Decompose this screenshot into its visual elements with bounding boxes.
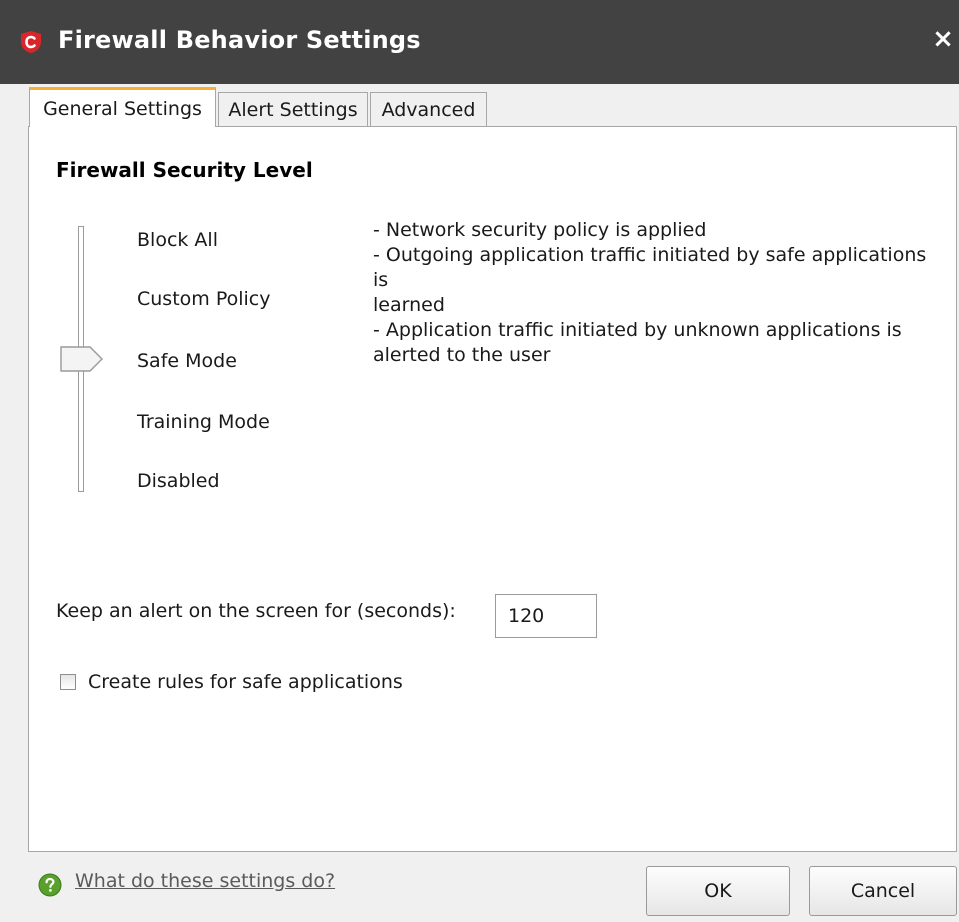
question-circle-icon xyxy=(38,873,62,897)
tab-general-settings[interactable]: General Settings xyxy=(29,87,216,127)
dialog-title: Firewall Behavior Settings xyxy=(58,26,421,54)
alert-duration-input[interactable] xyxy=(495,594,597,638)
level-training-mode[interactable]: Training Mode xyxy=(137,411,270,433)
security-level-slider-thumb[interactable] xyxy=(60,345,104,373)
cancel-button[interactable]: Cancel xyxy=(809,866,957,916)
create-rules-checkbox[interactable] xyxy=(60,674,76,690)
title-bar[interactable]: Firewall Behavior Settings × xyxy=(0,0,959,84)
level-safe-mode[interactable]: Safe Mode xyxy=(137,350,237,372)
firewall-behavior-settings-dialog: Firewall Behavior Settings × General Set… xyxy=(0,0,959,922)
firewall-security-level-heading: Firewall Security Level xyxy=(56,158,313,182)
level-disabled[interactable]: Disabled xyxy=(137,470,220,492)
tab-advanced[interactable]: Advanced xyxy=(370,92,487,126)
security-level-description: - Network security policy is applied - O… xyxy=(373,219,927,366)
help-link[interactable]: What do these settings do? xyxy=(75,870,335,892)
tab-alert-settings[interactable]: Alert Settings xyxy=(218,92,368,126)
ok-button[interactable]: OK xyxy=(646,866,790,916)
alert-duration-label: Keep an alert on the screen for (seconds… xyxy=(56,600,456,622)
close-button[interactable]: × xyxy=(930,24,956,54)
comodo-logo-icon xyxy=(21,31,41,53)
level-custom-policy[interactable]: Custom Policy xyxy=(137,288,270,310)
level-block-all[interactable]: Block All xyxy=(137,229,218,251)
create-rules-label[interactable]: Create rules for safe applications xyxy=(88,671,403,693)
